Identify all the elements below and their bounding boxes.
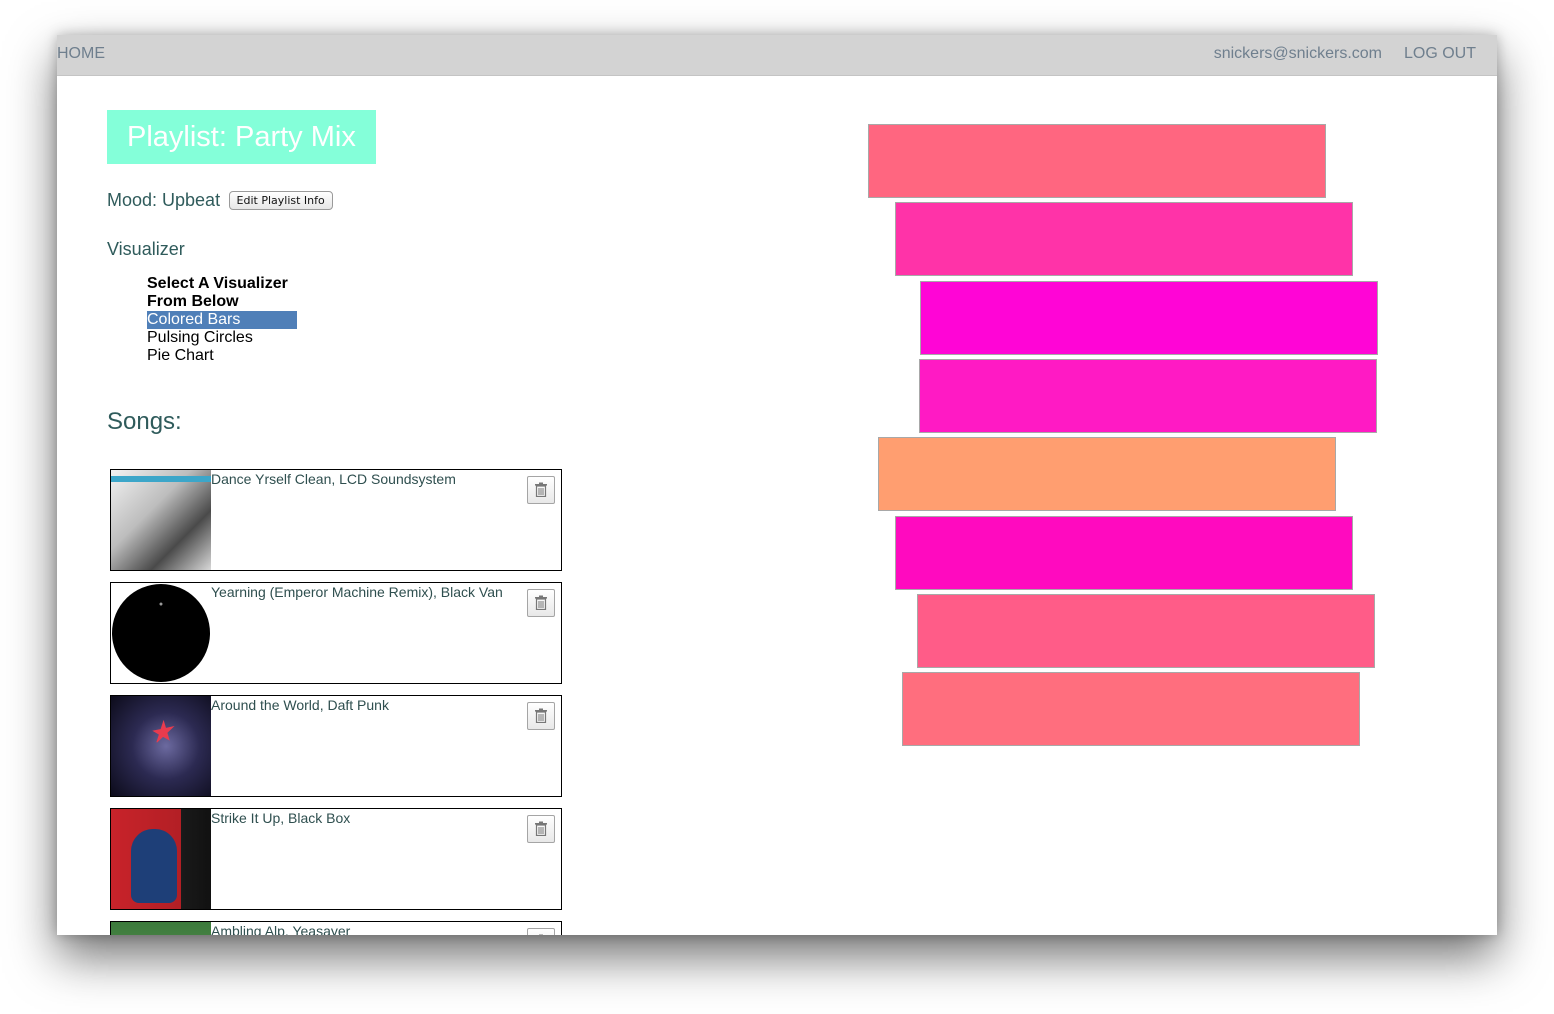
visualizer-bar bbox=[920, 281, 1378, 355]
song-title: Ambling Alp, Yeasayer bbox=[211, 923, 351, 935]
visualizer-bar bbox=[868, 124, 1326, 198]
visualizer-bar bbox=[902, 672, 1360, 746]
visualizer-bar bbox=[917, 594, 1375, 668]
song-item[interactable]: Dance Yrself Clean, LCD Soundsystem bbox=[110, 469, 562, 571]
visualizer-option-pie-chart[interactable]: Pie Chart bbox=[147, 347, 297, 365]
visualizer-group-label: Select A Visualizer bbox=[147, 275, 288, 292]
song-item[interactable]: ● Yearning (Emperor Machine Remix), Blac… bbox=[110, 582, 562, 684]
album-cover bbox=[111, 922, 211, 935]
delete-song-button[interactable] bbox=[527, 476, 555, 504]
visualizer-heading: Visualizer bbox=[107, 239, 185, 259]
visualizer-bar bbox=[919, 359, 1377, 433]
visualizer-group-label: From Below bbox=[147, 293, 239, 310]
trash-icon bbox=[535, 595, 547, 610]
delete-song-button[interactable] bbox=[527, 589, 555, 617]
album-cover bbox=[111, 809, 211, 909]
song-title: Dance Yrself Clean, LCD Soundsystem bbox=[211, 471, 456, 487]
trash-icon bbox=[539, 934, 543, 935]
trash-icon bbox=[535, 708, 547, 723]
visualizer-select[interactable]: Select A Visualizer From Below Colored B… bbox=[147, 275, 297, 365]
mood-row: Mood: Upbeat Edit Playlist Info bbox=[107, 190, 333, 211]
mood-label: Mood: Upbeat bbox=[107, 190, 221, 210]
playlist-title: Playlist: Party Mix bbox=[107, 110, 376, 164]
visualizer-bar bbox=[878, 437, 1336, 511]
song-title: Strike It Up, Black Box bbox=[211, 810, 351, 826]
delete-song-button[interactable] bbox=[527, 928, 555, 935]
song-item[interactable]: ★ Around the World, Daft Punk bbox=[110, 695, 562, 797]
home-link[interactable]: HOME bbox=[57, 45, 105, 63]
visualizer-option-pulsing-circles[interactable]: Pulsing Circles bbox=[147, 329, 297, 347]
song-item[interactable]: Ambling Alp, Yeasayer bbox=[110, 921, 562, 935]
visualizer-option-colored-bars[interactable]: Colored Bars bbox=[147, 311, 297, 329]
delete-song-button[interactable] bbox=[527, 702, 555, 730]
visualizer-bar bbox=[895, 516, 1353, 590]
trash-icon bbox=[535, 482, 547, 497]
visualizer-bar bbox=[895, 202, 1353, 276]
delete-song-button[interactable] bbox=[527, 815, 555, 843]
app-window: HOME snickers@snickers.com LOG OUT Playl… bbox=[57, 35, 1497, 935]
edit-playlist-info-button[interactable]: Edit Playlist Info bbox=[228, 191, 333, 210]
song-title: Around the World, Daft Punk bbox=[211, 697, 389, 713]
logout-link[interactable]: LOG OUT bbox=[1404, 45, 1476, 63]
album-cover: ★ bbox=[111, 696, 211, 796]
trash-icon bbox=[535, 821, 547, 836]
user-email-link[interactable]: snickers@snickers.com bbox=[1214, 45, 1382, 63]
song-item[interactable]: Strike It Up, Black Box bbox=[110, 808, 562, 910]
top-navbar: HOME snickers@snickers.com LOG OUT bbox=[57, 35, 1497, 76]
album-cover bbox=[111, 470, 211, 570]
song-title: Yearning (Emperor Machine Remix), Black … bbox=[211, 584, 503, 600]
song-list: Dance Yrself Clean, LCD Soundsystem ● Ye… bbox=[110, 469, 562, 935]
songs-heading: Songs: bbox=[107, 408, 182, 435]
album-cover: ● bbox=[111, 583, 211, 683]
